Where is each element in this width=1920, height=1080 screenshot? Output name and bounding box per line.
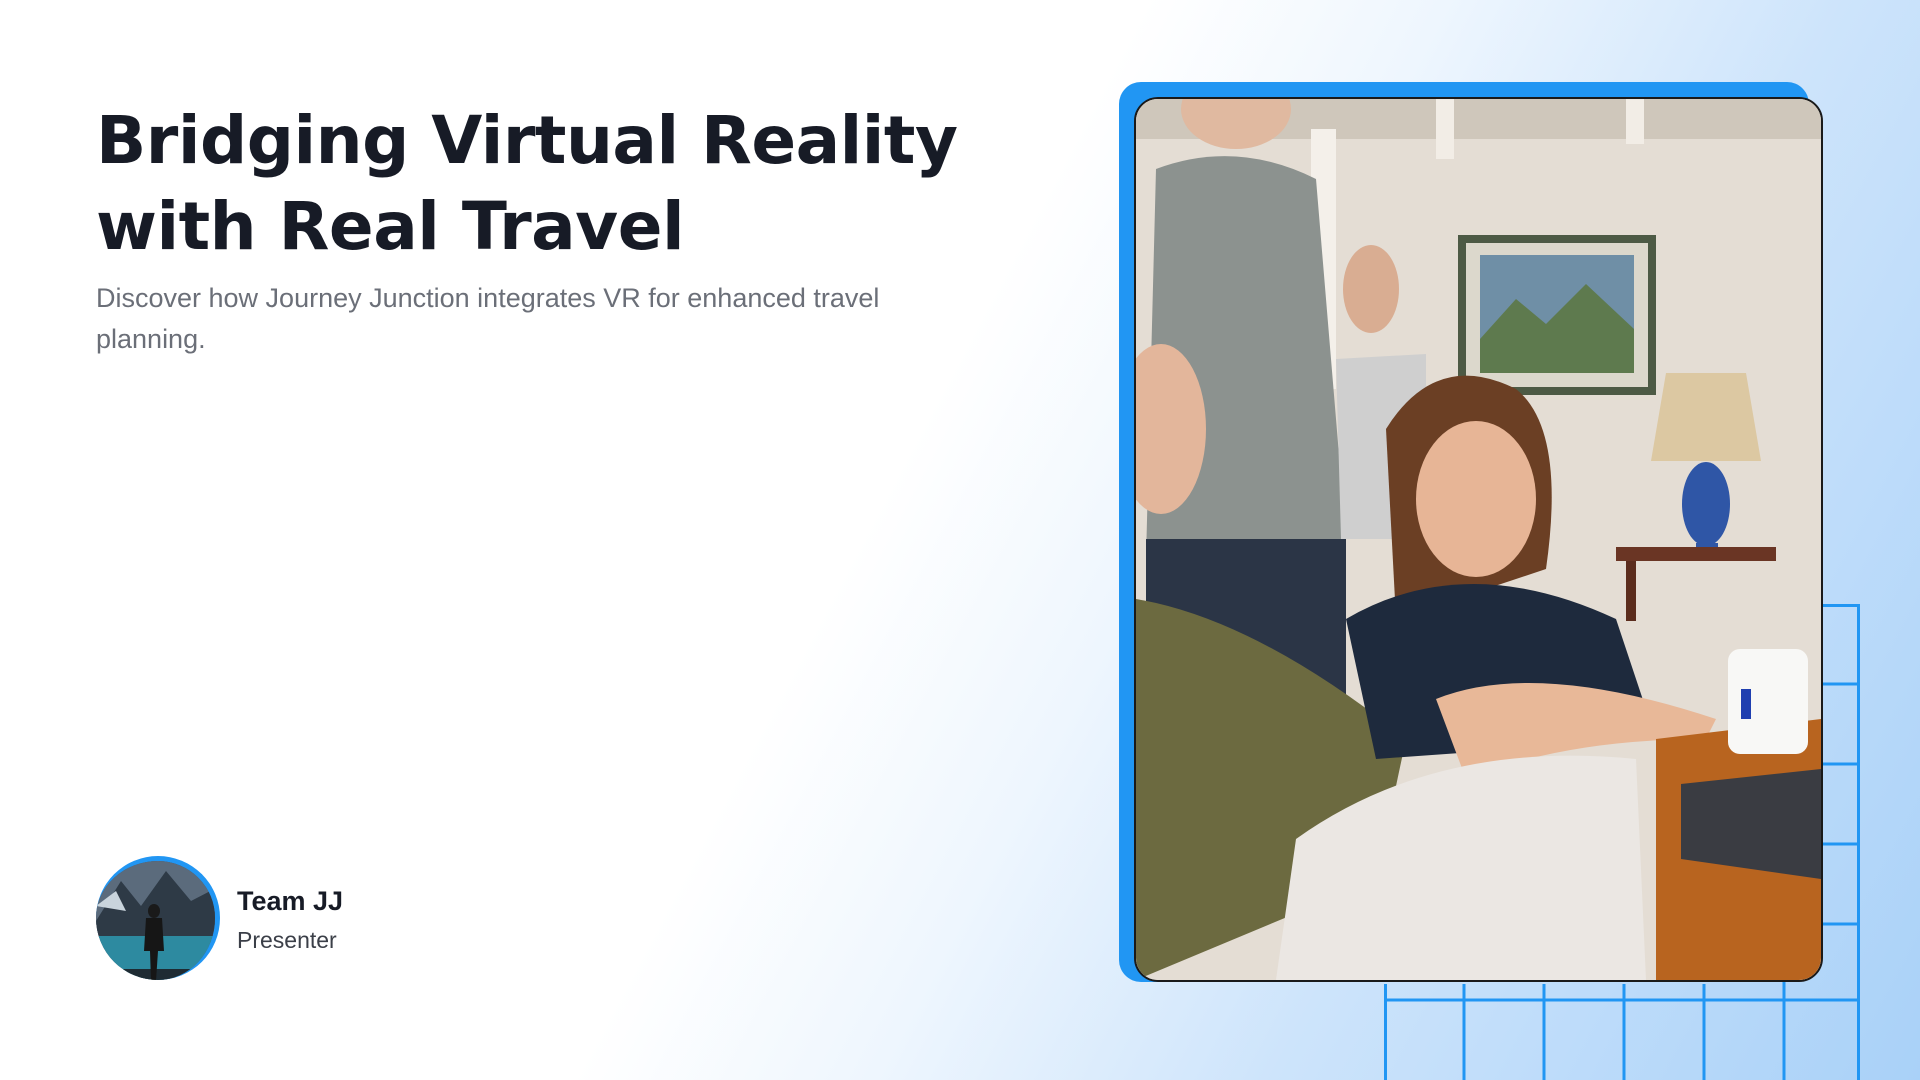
presenter-name: Team JJ xyxy=(237,886,344,916)
slide-subtitle: Discover how Journey Junction integrates… xyxy=(96,283,880,354)
presenter-role: Presenter xyxy=(237,927,337,953)
slide-title: Bridging Virtual Reality with Real Trave… xyxy=(96,98,996,270)
presenter-avatar xyxy=(96,856,220,980)
slide-title-line-2: with Real Travel xyxy=(96,188,685,265)
presenter-avatar-image xyxy=(96,861,215,980)
team-photo xyxy=(1134,97,1823,982)
slide-title-line-1: Bridging Virtual Reality xyxy=(96,102,958,179)
team-photo-illustration xyxy=(1136,99,1821,980)
